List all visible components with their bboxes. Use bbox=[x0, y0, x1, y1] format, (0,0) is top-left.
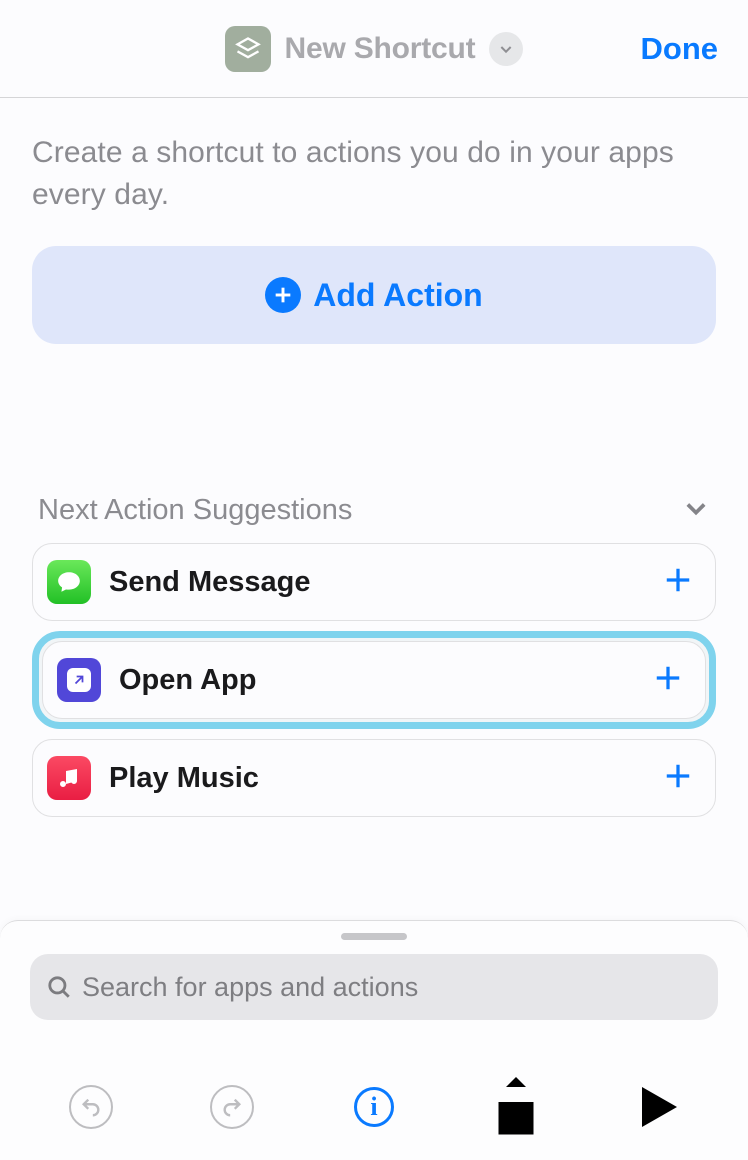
search-input[interactable] bbox=[82, 972, 702, 1003]
suggestion-item-play-music[interactable]: Play Music bbox=[32, 739, 716, 817]
share-icon bbox=[486, 1072, 546, 1142]
shortcut-icon bbox=[225, 26, 271, 72]
suggestion-label: Open App bbox=[119, 664, 635, 697]
intro-text: Create a shortcut to actions you do in y… bbox=[32, 132, 716, 216]
share-button[interactable] bbox=[486, 1077, 546, 1137]
suggestion-label: Play Music bbox=[109, 762, 645, 795]
plus-icon[interactable] bbox=[653, 663, 683, 698]
plus-icon[interactable] bbox=[663, 761, 693, 796]
bottom-panel: i bbox=[0, 920, 748, 1160]
suggestion-item-open-app-highlight: Open App bbox=[32, 631, 716, 729]
chevron-down-icon[interactable] bbox=[682, 494, 710, 527]
play-icon bbox=[627, 1077, 687, 1137]
page-title: New Shortcut bbox=[285, 32, 476, 66]
done-button[interactable]: Done bbox=[641, 0, 719, 97]
plus-icon[interactable] bbox=[663, 565, 693, 600]
redo-button[interactable] bbox=[202, 1077, 262, 1137]
title-group[interactable]: New Shortcut bbox=[225, 26, 524, 72]
play-button[interactable] bbox=[627, 1077, 687, 1137]
plus-circle-icon bbox=[265, 277, 301, 313]
header-bar: New Shortcut Done bbox=[0, 0, 748, 98]
suggestion-item-send-message[interactable]: Send Message bbox=[32, 543, 716, 621]
music-icon bbox=[47, 756, 91, 800]
info-button[interactable]: i bbox=[344, 1077, 404, 1137]
redo-icon bbox=[210, 1085, 254, 1129]
suggestions-title: Next Action Suggestions bbox=[38, 494, 352, 527]
suggestions-section: Next Action Suggestions Send Message bbox=[32, 494, 716, 817]
search-icon bbox=[46, 974, 72, 1000]
search-bar[interactable] bbox=[30, 954, 718, 1020]
drag-handle[interactable] bbox=[341, 933, 407, 940]
main-content: Create a shortcut to actions you do in y… bbox=[0, 98, 748, 817]
suggestions-header[interactable]: Next Action Suggestions bbox=[32, 494, 716, 543]
chevron-down-icon[interactable] bbox=[489, 32, 523, 66]
undo-button[interactable] bbox=[61, 1077, 121, 1137]
messages-icon bbox=[47, 560, 91, 604]
add-action-label: Add Action bbox=[313, 277, 482, 314]
suggestion-item-open-app[interactable]: Open App bbox=[42, 641, 706, 719]
suggestions-list: Send Message Open App Play Music bbox=[32, 543, 716, 817]
add-action-button[interactable]: Add Action bbox=[32, 246, 716, 344]
suggestion-label: Send Message bbox=[109, 566, 645, 599]
bottom-toolbar: i bbox=[0, 1072, 748, 1142]
undo-icon bbox=[69, 1085, 113, 1129]
info-icon: i bbox=[354, 1087, 394, 1127]
open-app-icon bbox=[57, 658, 101, 702]
